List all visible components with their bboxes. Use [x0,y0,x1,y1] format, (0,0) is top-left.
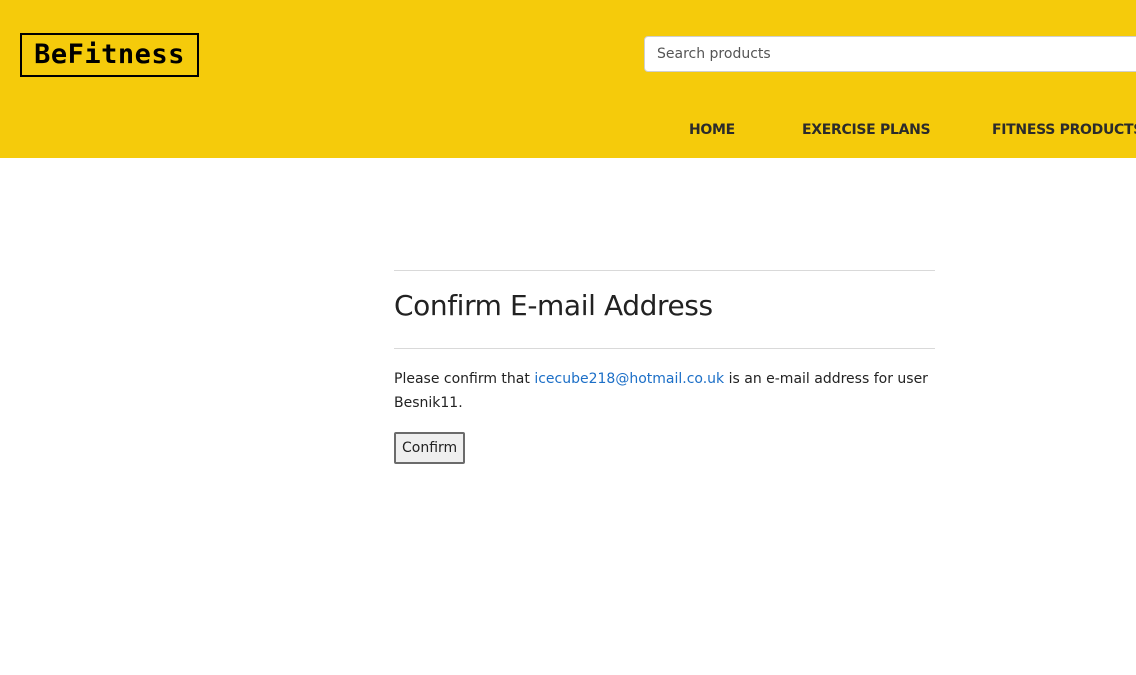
nav-fitness-products[interactable]: FITNESS PRODUCTS [992,119,1136,141]
divider-top [394,270,935,271]
confirm-button[interactable]: Confirm [394,432,466,464]
nav-exercise-plans[interactable]: EXERCISE PLANS [802,119,931,141]
main-nav: HOME EXERCISE PLANS FITNESS PRODUCTS [0,119,1136,143]
confirm-message: Please confirm that icecube218@hotmail.c… [394,367,935,415]
search-input[interactable] [644,36,1136,72]
site-logo[interactable]: BeFitness [20,33,199,77]
page-title: Confirm E-mail Address [394,289,713,322]
message-prefix: Please confirm that [394,371,535,387]
confirm-email-section: Confirm E-mail Address Please confirm th… [394,270,935,464]
nav-home[interactable]: HOME [689,119,735,141]
site-header: BeFitness HOME EXERCISE PLANS FITNESS PR… [0,0,1136,158]
divider-bottom [394,348,935,349]
email-link[interactable]: icecube218@hotmail.co.uk [534,371,724,387]
